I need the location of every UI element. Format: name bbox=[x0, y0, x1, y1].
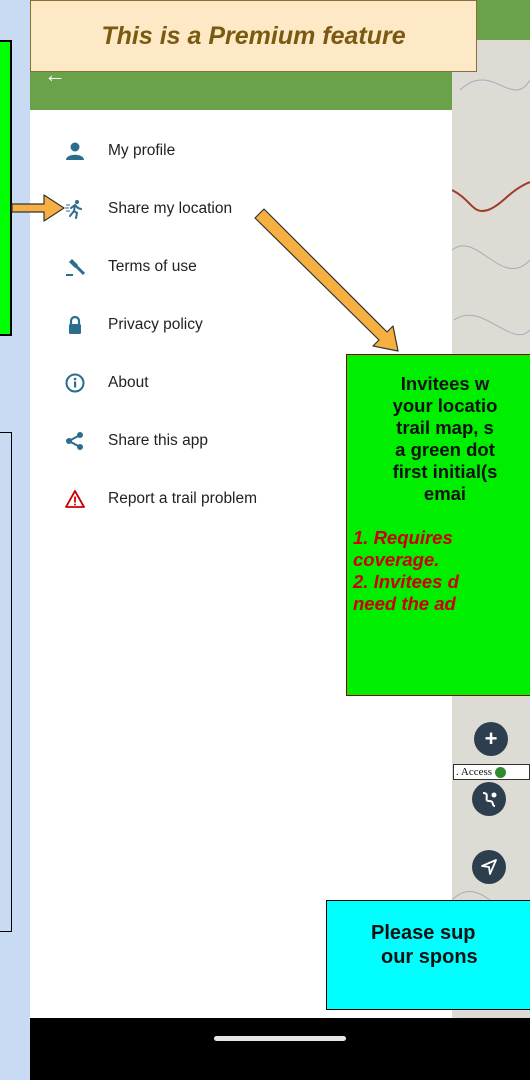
callout-note: 1. Requires bbox=[353, 527, 453, 548]
invitees-callout: Invitees w your locatio trail map, s a g… bbox=[346, 354, 530, 696]
callout-note: 2. Invitees d bbox=[353, 571, 459, 592]
callout-line: Invitees w bbox=[400, 373, 490, 394]
callout-line: your locatio bbox=[392, 395, 498, 416]
callout-note: need the ad bbox=[353, 593, 456, 614]
callout-line: trail map, s bbox=[396, 417, 494, 438]
home-gesture-handle[interactable] bbox=[214, 1036, 346, 1041]
sponsor-line: Please sup bbox=[371, 922, 476, 944]
sponsor-callout[interactable]: Please sup our spons bbox=[326, 900, 530, 1010]
arrow-to-callout bbox=[254, 208, 399, 352]
system-nav-bar bbox=[30, 1018, 530, 1080]
callout-line: a green dot bbox=[395, 439, 495, 460]
sponsor-line: our spons bbox=[381, 946, 478, 968]
callout-note: coverage. bbox=[353, 549, 440, 570]
arrow-to-share-location bbox=[11, 194, 65, 222]
callout-line: emai bbox=[423, 483, 467, 504]
callout-line: first initial(s bbox=[392, 461, 498, 482]
